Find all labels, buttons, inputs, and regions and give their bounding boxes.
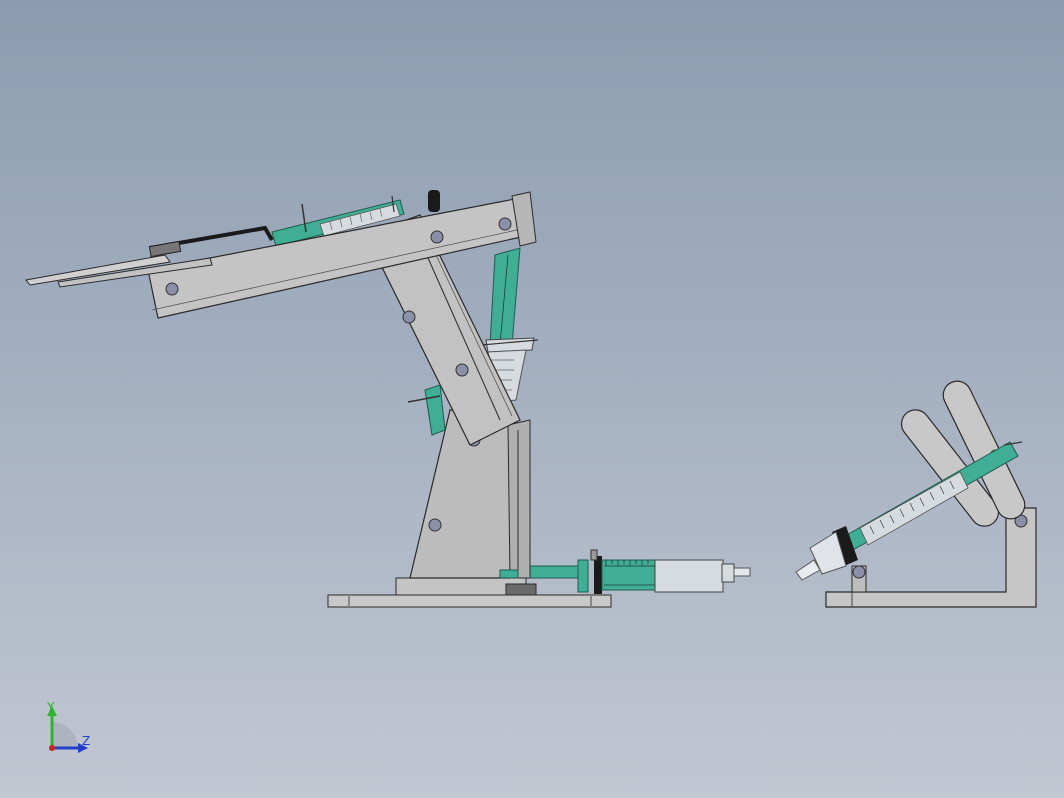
- y-axis-label: Y: [46, 700, 55, 714]
- cad-graphics-viewport[interactable]: Y Z: [0, 0, 1064, 798]
- robot-arm-model-view[interactable]: Y Z: [0, 0, 1064, 798]
- base-plate[interactable]: [327, 577, 612, 608]
- coordinate-triad: Y Z: [46, 700, 90, 753]
- upper-arm-link[interactable]: [147, 191, 537, 319]
- z-axis-label: Z: [82, 734, 90, 748]
- syringe-stand[interactable]: [825, 507, 1037, 608]
- x-axis-dot: [49, 745, 55, 751]
- triad-quadrant: [52, 722, 78, 748]
- base-syringe[interactable]: [527, 549, 751, 594]
